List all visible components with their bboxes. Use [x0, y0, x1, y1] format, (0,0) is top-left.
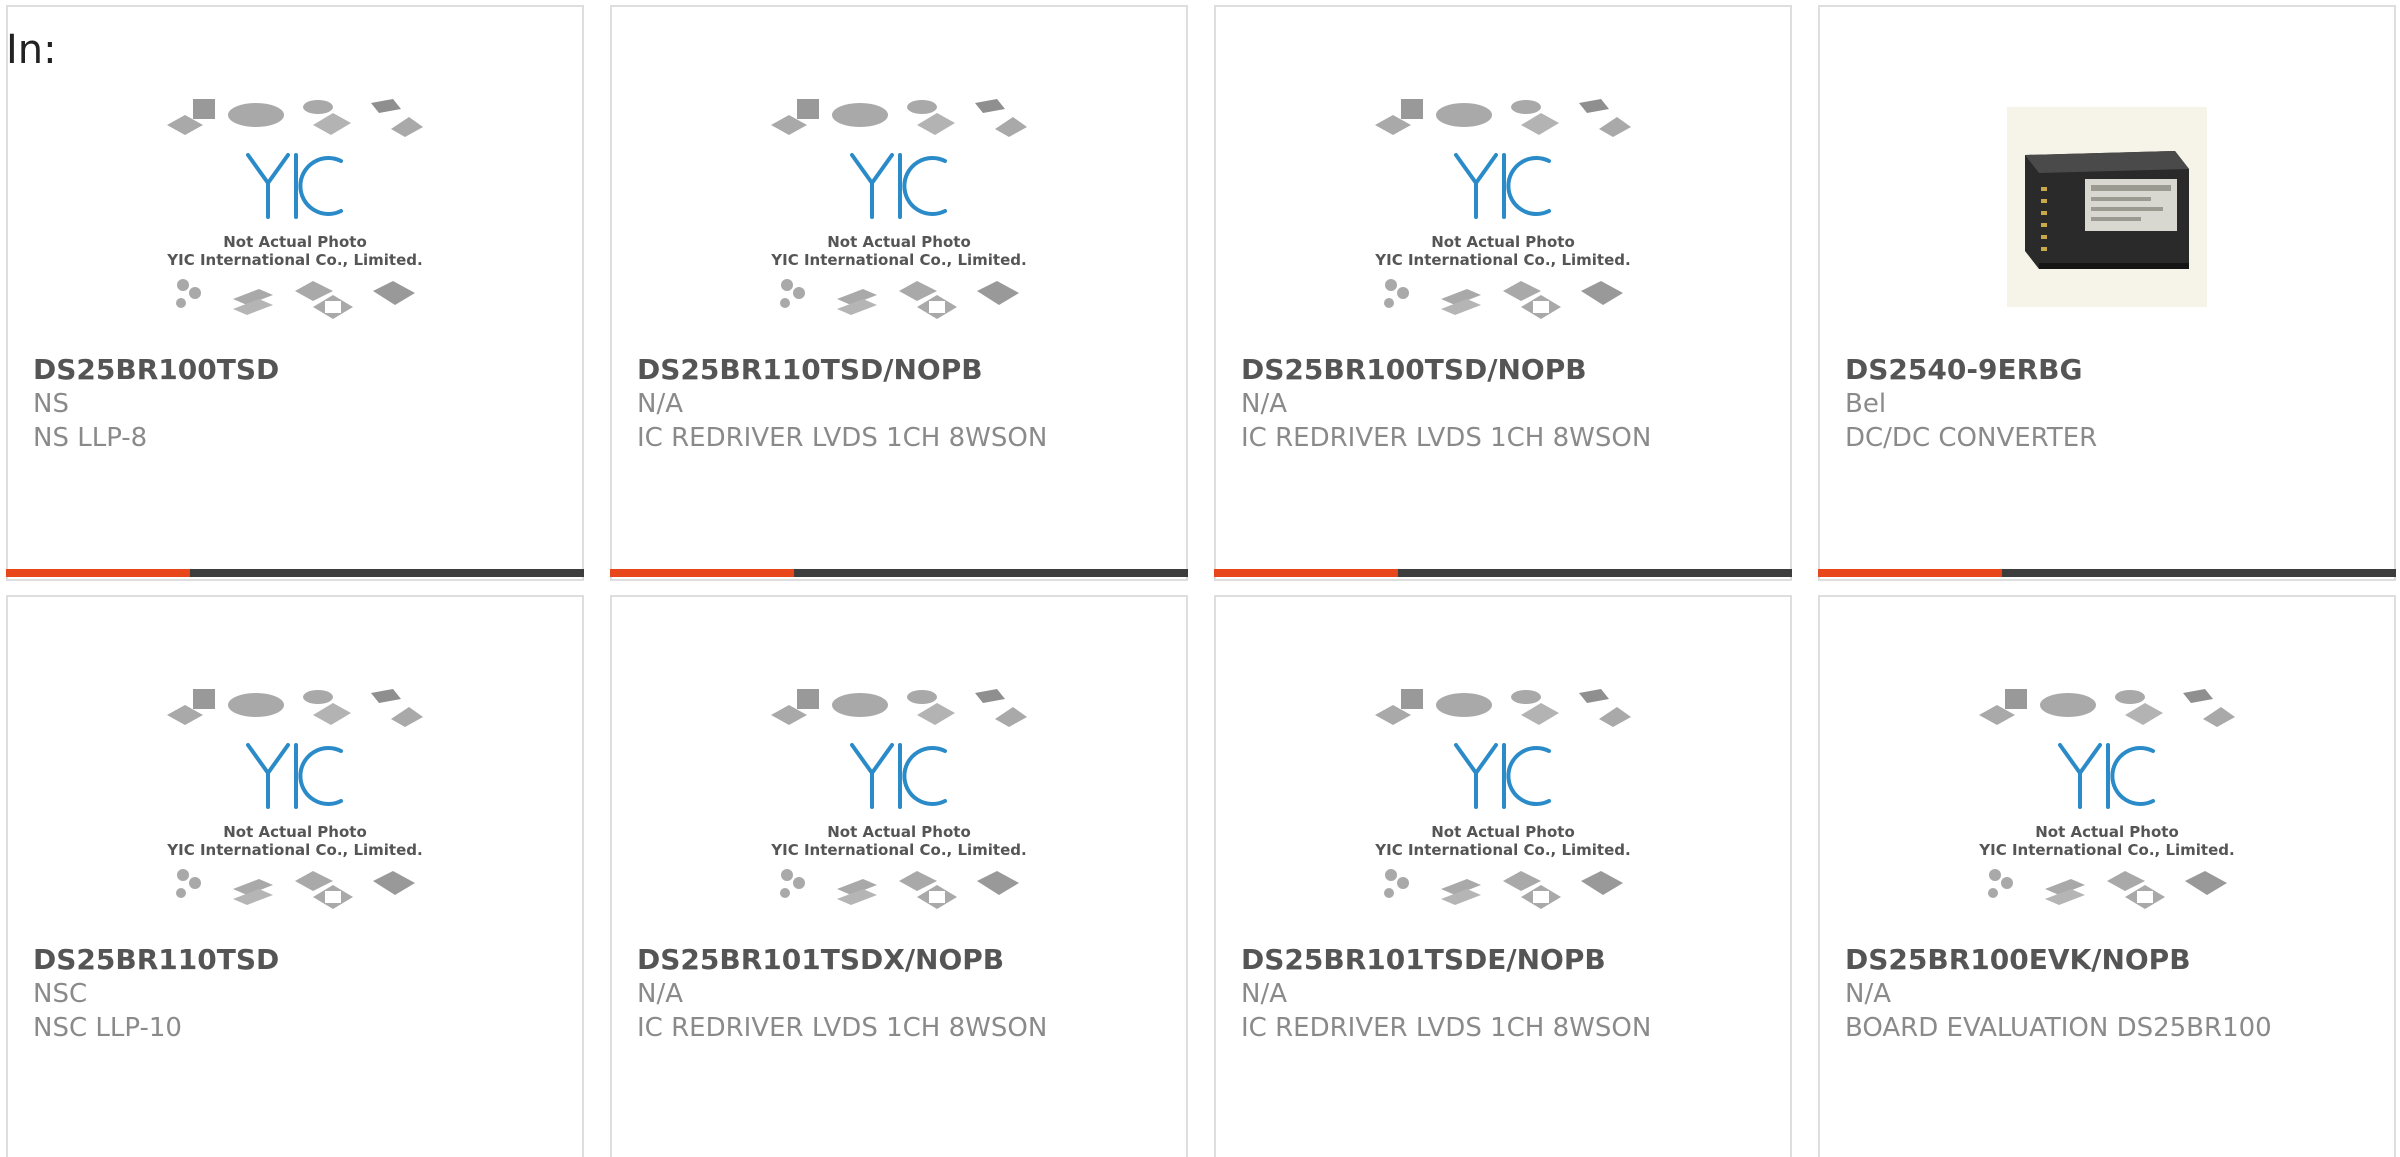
- part-number-link[interactable]: DS25BR100TSD: [33, 353, 279, 387]
- card-accent-bar: [1214, 569, 1398, 577]
- not-actual-photo-placeholder: Not Actual Photo YIC International Co., …: [1374, 689, 1631, 909]
- manufacturer: NSC: [33, 979, 88, 1009]
- placeholder-line2: YIC International Co., Limited.: [166, 251, 422, 269]
- product-image[interactable]: Not Actual Photo YIC International Co., …: [1216, 95, 1790, 345]
- placeholder-line1: Not Actual Photo: [1431, 233, 1575, 251]
- description: BOARD EVALUATION DS25BR100: [1845, 1013, 2272, 1043]
- product-card[interactable]: DS2540-9ERBG Bel DC/DC CONVERTER: [1818, 5, 2396, 581]
- card-footer-bar: [1818, 569, 2396, 577]
- part-number-link[interactable]: DS25BR101TSDX/NOPB: [637, 943, 1004, 977]
- product-image[interactable]: Not Actual Photo YIC International Co., …: [612, 685, 1186, 935]
- part-number-link[interactable]: DS25BR110TSD/NOPB: [637, 353, 983, 387]
- product-card[interactable]: Not Actual Photo YIC International Co., …: [1214, 5, 1792, 581]
- product-card[interactable]: Not Actual Photo YIC International Co., …: [1214, 595, 1792, 1157]
- product-image[interactable]: Not Actual Photo YIC International Co., …: [8, 95, 582, 345]
- placeholder-line2: YIC International Co., Limited.: [166, 841, 422, 859]
- product-grid-page: In: Not Actual Photo YIC International C…: [0, 0, 2400, 1157]
- manufacturer: Bel: [1845, 389, 1887, 419]
- manufacturer: NS: [33, 389, 69, 419]
- part-number-link[interactable]: DS25BR110TSD: [33, 943, 279, 977]
- not-actual-photo-placeholder: Not Actual Photo YIC International Co., …: [1374, 99, 1631, 319]
- filter-label: In:: [6, 27, 57, 73]
- product-image[interactable]: [1820, 95, 2394, 345]
- description: IC REDRIVER LVDS 1CH 8WSON: [637, 1013, 1048, 1043]
- not-actual-photo-placeholder: Not Actual Photo YIC International Co., …: [770, 689, 1027, 909]
- not-actual-photo-placeholder: Not Actual Photo YIC International Co., …: [166, 99, 423, 319]
- not-actual-photo-placeholder: Not Actual Photo YIC International Co., …: [770, 99, 1027, 319]
- product-card[interactable]: Not Actual Photo YIC International Co., …: [6, 595, 584, 1157]
- placeholder-line2: YIC International Co., Limited.: [1374, 251, 1630, 269]
- dc-dc-converter-photo: [2007, 107, 2207, 307]
- placeholder-line2: YIC International Co., Limited.: [770, 841, 1026, 859]
- product-image[interactable]: Not Actual Photo YIC International Co., …: [1820, 685, 2394, 935]
- description: NS LLP-8: [33, 423, 148, 453]
- placeholder-line1: Not Actual Photo: [2035, 823, 2179, 841]
- placeholder-line2: YIC International Co., Limited.: [1978, 841, 2234, 859]
- product-card[interactable]: Not Actual Photo YIC International Co., …: [1818, 595, 2396, 1157]
- product-card[interactable]: Not Actual Photo YIC International Co., …: [6, 5, 584, 581]
- part-number-link[interactable]: DS25BR101TSDE/NOPB: [1241, 943, 1606, 977]
- not-actual-photo-placeholder: Not Actual Photo YIC International Co., …: [1978, 689, 2235, 909]
- card-footer-bar: [1214, 569, 1792, 577]
- product-image[interactable]: Not Actual Photo YIC International Co., …: [8, 685, 582, 935]
- card-footer-bar: [6, 569, 584, 577]
- description: DC/DC CONVERTER: [1845, 423, 2098, 453]
- not-actual-photo-placeholder: Not Actual Photo YIC International Co., …: [166, 689, 423, 909]
- product-image[interactable]: Not Actual Photo YIC International Co., …: [612, 95, 1186, 345]
- placeholder-line1: Not Actual Photo: [223, 233, 367, 251]
- placeholder-line2: YIC International Co., Limited.: [770, 251, 1026, 269]
- manufacturer: N/A: [637, 979, 683, 1009]
- part-number-link[interactable]: DS2540-9ERBG: [1845, 353, 2082, 387]
- placeholder-line1: Not Actual Photo: [827, 233, 971, 251]
- part-number-link[interactable]: DS25BR100TSD/NOPB: [1241, 353, 1587, 387]
- placeholder-line1: Not Actual Photo: [223, 823, 367, 841]
- card-accent-bar: [1818, 569, 2002, 577]
- product-card[interactable]: Not Actual Photo YIC International Co., …: [610, 595, 1188, 1157]
- placeholder-line1: Not Actual Photo: [827, 823, 971, 841]
- card-footer-bar: [610, 569, 1188, 577]
- placeholder-line1: Not Actual Photo: [1431, 823, 1575, 841]
- placeholder-line2: YIC International Co., Limited.: [1374, 841, 1630, 859]
- description: IC REDRIVER LVDS 1CH 8WSON: [1241, 423, 1652, 453]
- card-accent-bar: [6, 569, 190, 577]
- manufacturer: N/A: [1845, 979, 1891, 1009]
- manufacturer: N/A: [1241, 389, 1287, 419]
- description: IC REDRIVER LVDS 1CH 8WSON: [1241, 1013, 1652, 1043]
- description: IC REDRIVER LVDS 1CH 8WSON: [637, 423, 1048, 453]
- manufacturer: N/A: [1241, 979, 1287, 1009]
- product-card[interactable]: Not Actual Photo YIC International Co., …: [610, 5, 1188, 581]
- product-image[interactable]: Not Actual Photo YIC International Co., …: [1216, 685, 1790, 935]
- description: NSC LLP-10: [33, 1013, 182, 1043]
- manufacturer: N/A: [637, 389, 683, 419]
- part-number-link[interactable]: DS25BR100EVK/NOPB: [1845, 943, 2191, 977]
- card-accent-bar: [610, 569, 794, 577]
